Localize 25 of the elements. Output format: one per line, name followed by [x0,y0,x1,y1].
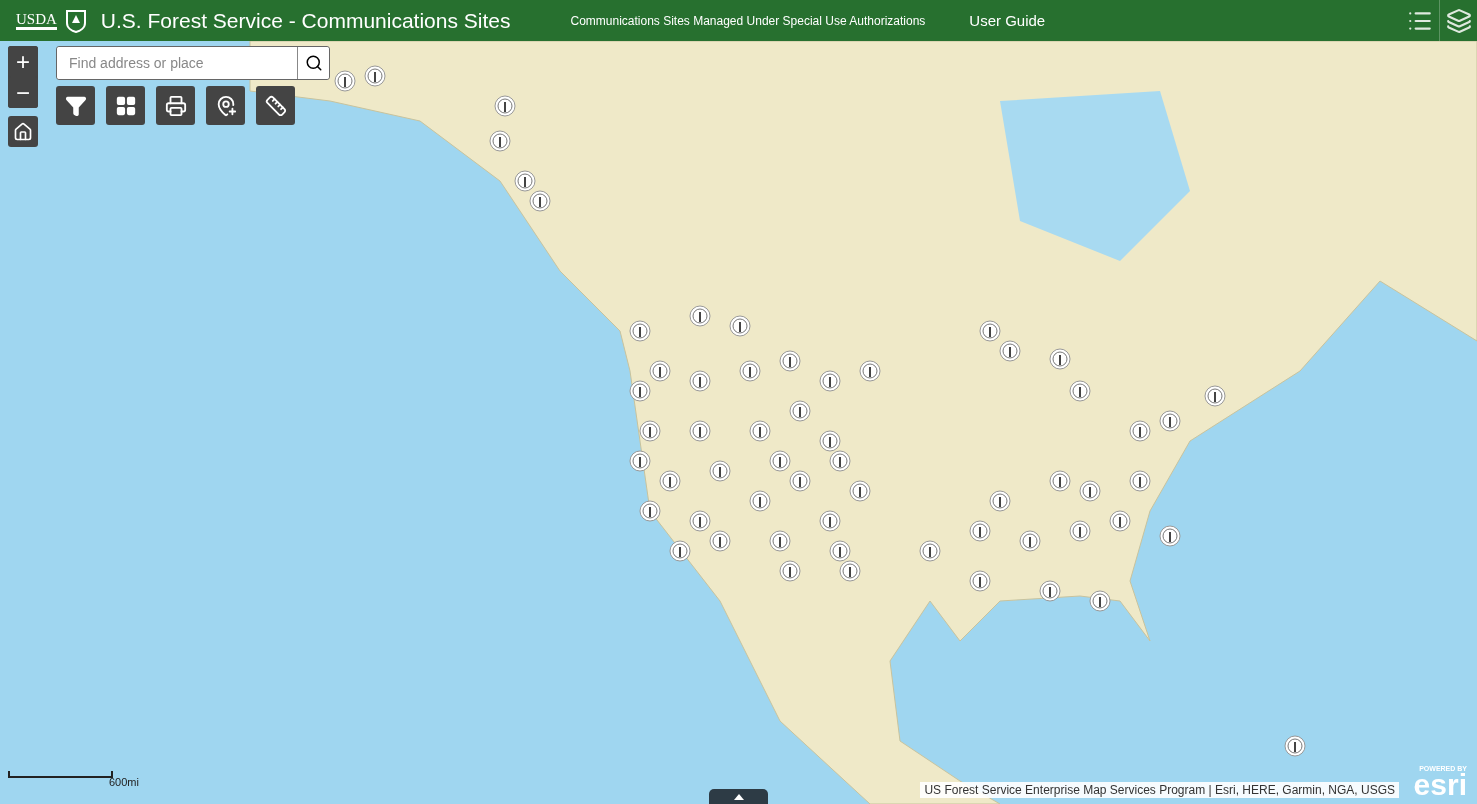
app-title: U.S. Forest Service - Communications Sites [100,8,511,33]
filter-button[interactable] [56,86,95,125]
caret-icon [733,793,744,800]
ruler-button[interactable] [256,86,295,125]
header-link[interactable]: User Guide [969,12,1046,29]
shield-icon [64,8,87,33]
add-map-button[interactable] [206,86,245,125]
ruler-icon [264,94,287,117]
logo-text: esri [1413,772,1467,798]
filter-icon [64,94,87,117]
attribution-text: US Forest Service Enterprise Map Services Program | Esri, HERE, Garmin, NGA, USGS [920,782,1399,798]
home-button[interactable] [8,116,38,147]
layers-icon [1445,7,1472,34]
print-button[interactable] [156,86,195,125]
home-icon [13,121,33,142]
search-field[interactable]: Find address or place [56,46,330,80]
scale-label: 600mi [109,776,139,788]
search-icon [304,54,323,72]
logo-text: USDA [16,11,57,30]
header-link[interactable]: Communications Sites Managed Under Special Use Authorizations [570,13,926,28]
grid-icon [114,94,137,117]
search-button[interactable] [297,47,329,79]
printer-icon [164,94,187,117]
grid-button[interactable] [106,86,145,125]
panel-toggle-button[interactable] [709,789,768,804]
